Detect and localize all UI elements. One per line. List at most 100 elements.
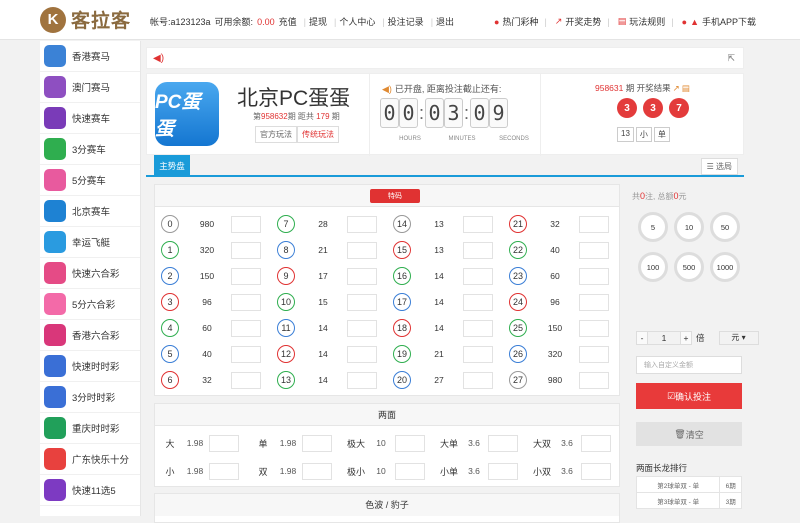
bet-amount-input[interactable] xyxy=(463,267,493,285)
chip-50[interactable]: 50 xyxy=(710,212,740,242)
number-row[interactable]: 20 27 xyxy=(387,367,502,393)
trend-link[interactable]: ↗ 开奖走势 | xyxy=(555,15,610,28)
bet-amount-input[interactable] xyxy=(302,462,332,480)
number-row[interactable]: 0 980 xyxy=(155,211,270,237)
bet-amount-input[interactable] xyxy=(579,267,609,285)
number-row[interactable]: 11 14 xyxy=(271,315,386,341)
sidebar-item[interactable]: 3分赛车 xyxy=(40,134,140,165)
sidebar-item[interactable]: 5分六合彩 xyxy=(40,289,140,320)
chip-100[interactable]: 100 xyxy=(638,252,668,282)
rules-link[interactable]: ▤ 玩法规则 | xyxy=(618,15,674,28)
logo[interactable]: K 客拉客 xyxy=(40,6,131,33)
bet-amount-input[interactable] xyxy=(488,462,518,480)
chip-500[interactable]: 500 xyxy=(674,252,704,282)
bet-amount-input[interactable] xyxy=(579,293,609,311)
sidebar-item[interactable]: 快速时时彩 xyxy=(40,351,140,382)
sidebar-item[interactable]: 5分赛车 xyxy=(40,165,140,196)
clear-button[interactable]: 🗑 清空 xyxy=(636,422,742,446)
number-row[interactable]: 19 21 xyxy=(387,341,502,367)
number-row[interactable]: 21 32 xyxy=(503,211,618,237)
notice-toggle-icon[interactable]: ⇱ xyxy=(727,53,735,64)
sidebar-item[interactable]: 快速六合彩 xyxy=(40,258,140,289)
custom-amount-input[interactable]: 输入自定义金额 xyxy=(636,356,742,374)
number-row[interactable]: 26 320 xyxy=(503,341,618,367)
unit-select[interactable]: 元 ▾ xyxy=(718,331,759,345)
number-row[interactable]: 16 14 xyxy=(387,263,502,289)
bet-amount-input[interactable] xyxy=(463,241,493,259)
number-row[interactable]: 15 13 xyxy=(387,237,502,263)
number-row[interactable]: 1 320 xyxy=(155,237,270,263)
bet-amount-input[interactable] xyxy=(463,319,493,337)
bet-amount-input[interactable] xyxy=(463,215,493,233)
chart-icon[interactable]: ↗ xyxy=(673,83,680,93)
number-row[interactable]: 17 14 xyxy=(387,289,502,315)
bet-amount-input[interactable] xyxy=(395,462,425,480)
confirm-bet-button[interactable]: ☑ 确认投注 xyxy=(636,383,742,409)
tab-main-board[interactable]: 主势盘 xyxy=(154,155,190,177)
number-row[interactable]: 23 60 xyxy=(503,263,618,289)
number-row[interactable]: 12 14 xyxy=(271,341,386,367)
bet-amount-input[interactable] xyxy=(579,371,609,389)
number-row[interactable]: 25 150 xyxy=(503,315,618,341)
bet-amount-input[interactable] xyxy=(231,293,261,311)
bet-amount-input[interactable] xyxy=(231,345,261,363)
bet-records-link[interactable]: 投注记录 xyxy=(388,15,424,28)
increment-button[interactable]: + xyxy=(680,331,692,345)
two-sides-cell[interactable]: 小 1.98 xyxy=(159,458,239,484)
number-row[interactable]: 22 40 xyxy=(503,237,618,263)
number-row[interactable]: 7 28 xyxy=(271,211,386,237)
bet-amount-input[interactable] xyxy=(347,267,377,285)
number-row[interactable]: 5 40 xyxy=(155,341,270,367)
bet-amount-input[interactable] xyxy=(488,434,518,452)
sidebar-item[interactable]: 北京赛车 xyxy=(40,196,140,227)
hot-lottery-link[interactable]: ● 热门彩种 | xyxy=(494,15,547,28)
two-sides-cell[interactable]: 小双 3.6 xyxy=(531,458,611,484)
bet-amount-input[interactable] xyxy=(231,371,261,389)
sidebar-item[interactable]: 广东快乐十分 xyxy=(40,444,140,475)
number-row[interactable]: 13 14 xyxy=(271,367,386,393)
bet-amount-input[interactable] xyxy=(579,345,609,363)
two-sides-cell[interactable]: 双 1.98 xyxy=(252,458,332,484)
bet-amount-input[interactable] xyxy=(231,215,261,233)
bet-amount-input[interactable] xyxy=(579,241,609,259)
sidebar-item[interactable]: 澳门赛马 xyxy=(40,72,140,103)
withdraw-link[interactable]: 提现 xyxy=(309,15,327,28)
number-row[interactable]: 4 60 xyxy=(155,315,270,341)
sidebar-item[interactable]: 3分时时彩 xyxy=(40,382,140,413)
bet-amount-input[interactable] xyxy=(231,267,261,285)
bet-amount-input[interactable] xyxy=(581,434,611,452)
number-row[interactable]: 8 21 xyxy=(271,237,386,263)
bet-amount-input[interactable] xyxy=(579,215,609,233)
tab-official-play[interactable]: 官方玩法 xyxy=(255,126,297,143)
bet-amount-input[interactable] xyxy=(231,319,261,337)
sidebar-item[interactable]: 香港赛马 xyxy=(40,41,140,72)
chip-10[interactable]: 10 xyxy=(674,212,704,242)
bet-amount-input[interactable] xyxy=(347,319,377,337)
bet-amount-input[interactable] xyxy=(347,293,377,311)
bet-amount-input[interactable] xyxy=(579,319,609,337)
multiplier-input[interactable]: 1 xyxy=(648,331,680,345)
two-sides-cell[interactable]: 极小 10 xyxy=(345,458,425,484)
bet-amount-input[interactable] xyxy=(347,345,377,363)
two-sides-cell[interactable]: 大 1.98 xyxy=(159,430,239,456)
two-sides-cell[interactable]: 极大 10 xyxy=(345,430,425,456)
bet-amount-input[interactable] xyxy=(347,371,377,389)
number-row[interactable]: 3 96 xyxy=(155,289,270,315)
chip-1000[interactable]: 1000 xyxy=(710,252,740,282)
sidebar-item[interactable]: 香港六合彩 xyxy=(40,320,140,351)
bet-amount-input[interactable] xyxy=(463,293,493,311)
sidebar-item[interactable]: 幸运飞艇 xyxy=(40,227,140,258)
bet-amount-input[interactable] xyxy=(347,241,377,259)
two-sides-cell[interactable]: 大双 3.6 xyxy=(531,430,611,456)
bet-amount-input[interactable] xyxy=(581,462,611,480)
bet-amount-input[interactable] xyxy=(302,434,332,452)
number-row[interactable]: 27 980 xyxy=(503,367,618,393)
number-row[interactable]: 2 150 xyxy=(155,263,270,289)
number-row[interactable]: 10 15 xyxy=(271,289,386,315)
sidebar-item[interactable]: 快速赛车 xyxy=(40,103,140,134)
number-row[interactable]: 18 14 xyxy=(387,315,502,341)
logout-link[interactable]: 退出 xyxy=(436,15,454,28)
number-row[interactable]: 24 96 xyxy=(503,289,618,315)
bet-amount-input[interactable] xyxy=(209,462,239,480)
user-center-link[interactable]: 个人中心 xyxy=(339,15,375,28)
